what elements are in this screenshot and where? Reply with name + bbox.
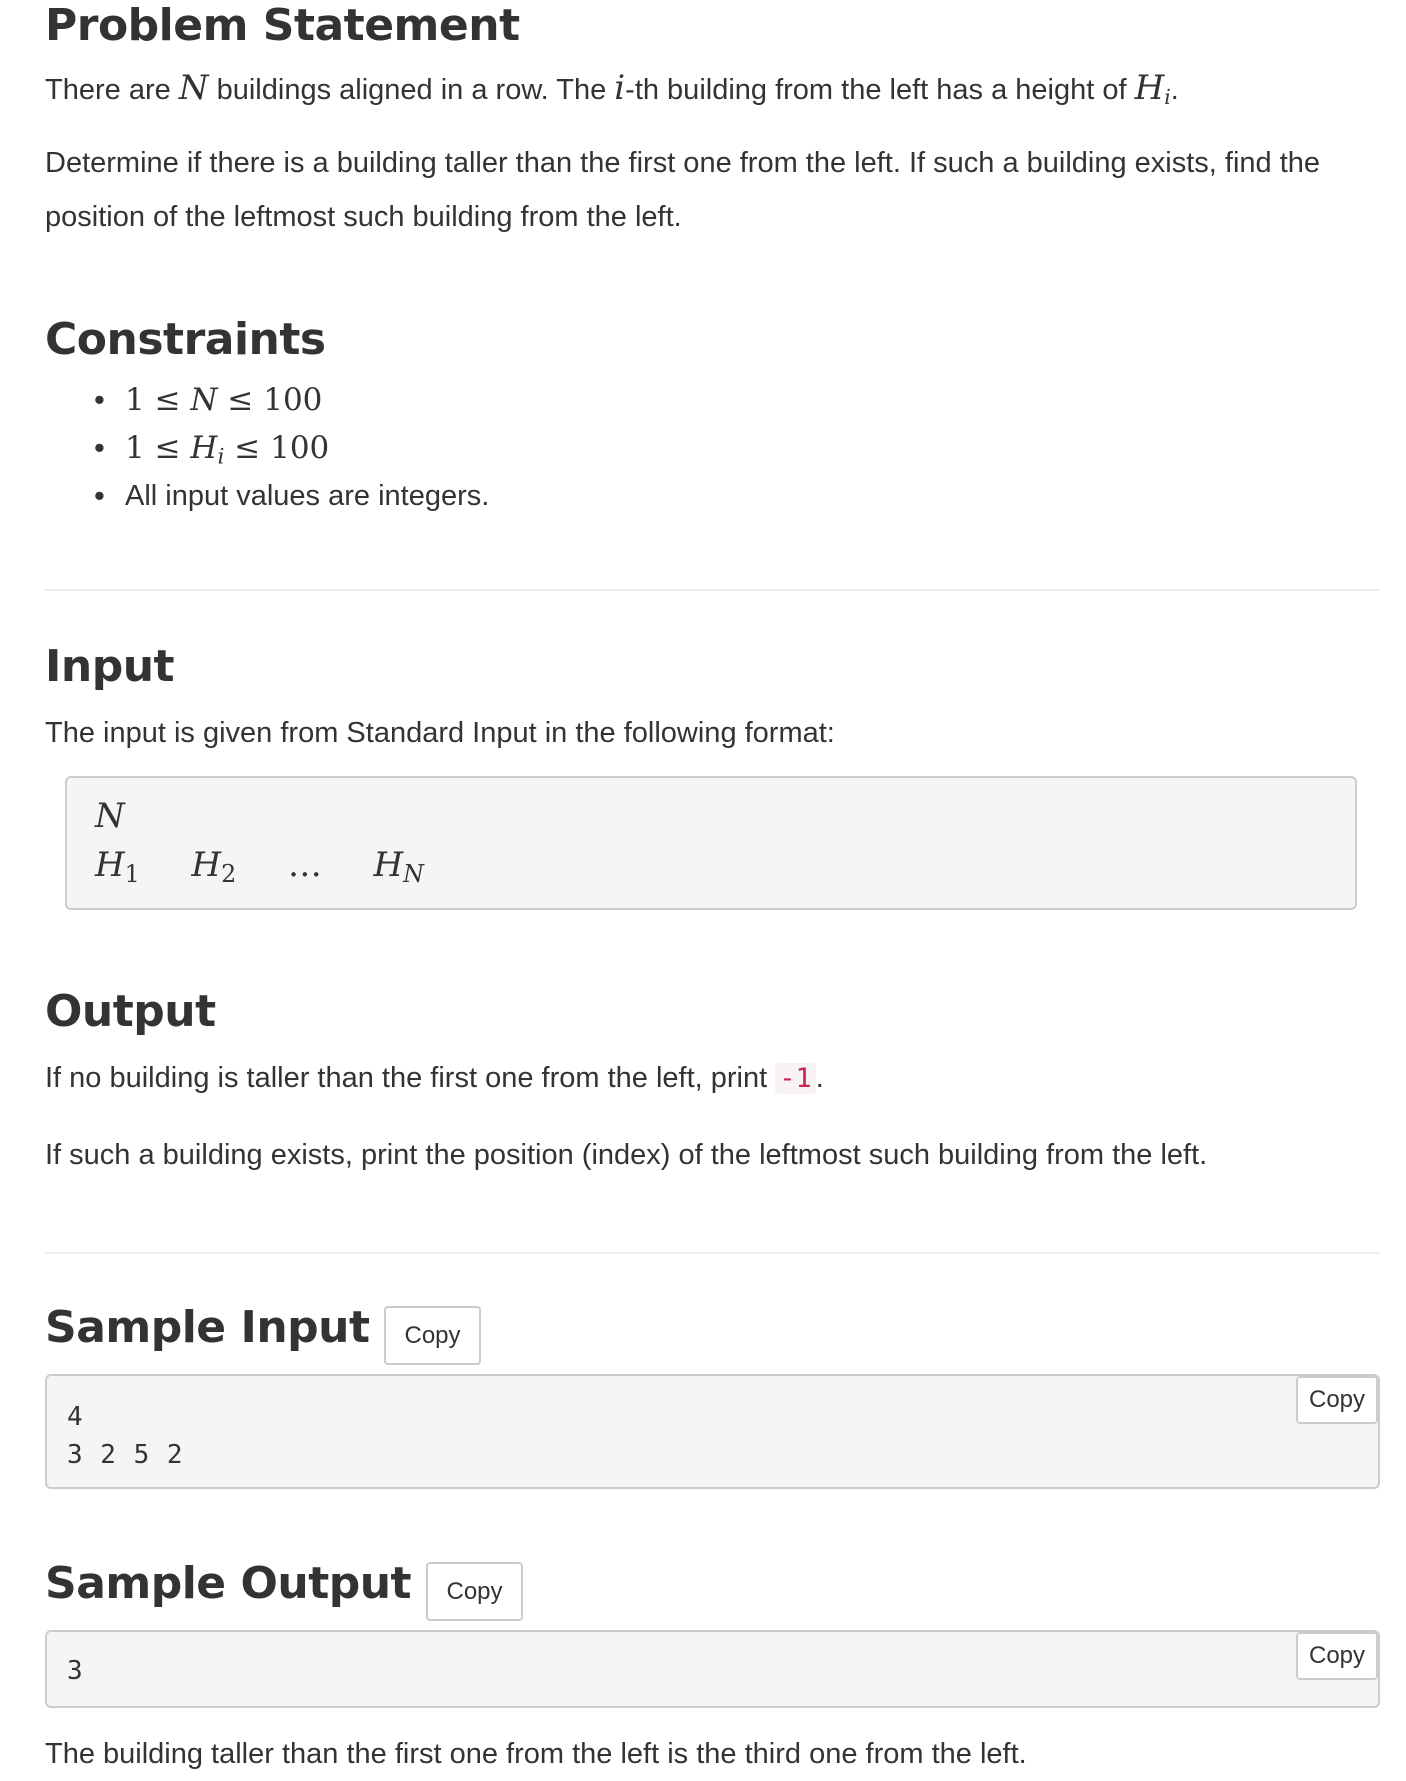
sample-input-1-title: Sample Input 1	[45, 1302, 415, 1353]
box-copy-button[interactable]: Copy	[1296, 1376, 1378, 1424]
text: -th building from the left has a height …	[625, 74, 1135, 106]
problem-paragraph-1: There are N buildings aligned in a row. …	[45, 61, 1380, 117]
math-h: H	[1134, 68, 1165, 108]
constraints-title: Constraints	[45, 314, 326, 365]
problem-paragraph-2: Determine if there is a building taller …	[45, 147, 1321, 233]
constraint-item: 1 ≤ Hi ≤ 100	[45, 424, 1380, 472]
format-line-1: N	[95, 796, 125, 836]
text: .	[1170, 74, 1179, 106]
sample-input-line: 3 2 5 2	[67, 1440, 183, 1470]
sample-input-line: 4	[67, 1402, 83, 1432]
text: buildings aligned in a row. The	[208, 74, 615, 106]
sample-output-line: 3	[67, 1656, 83, 1686]
sample-output-1-title: Sample Output 1	[45, 1558, 457, 1609]
math-i: i	[614, 68, 626, 108]
sample-output-explanation: The building taller than the first one f…	[45, 1738, 1027, 1770]
box-copy-button[interactable]: Copy	[1296, 1632, 1378, 1680]
problem-statement-title: Problem Statement	[45, 0, 520, 51]
math-n: N	[178, 68, 209, 108]
input-format-box: N H1 H2 … HN	[65, 776, 1357, 910]
divider	[45, 589, 1380, 591]
copy-button[interactable]: Copy	[426, 1562, 523, 1621]
output-title: Output	[45, 986, 216, 1037]
sample-input-1-box: 4 3 2 5 2 Copy	[45, 1374, 1380, 1489]
copy-button[interactable]: Copy	[384, 1306, 481, 1365]
constraint-item: All input values are integers.	[45, 472, 1380, 520]
divider	[45, 1252, 1380, 1254]
constraint-item: 1 ≤ N ≤ 100	[45, 376, 1380, 424]
format-line-2: H1 H2 … HN	[95, 845, 424, 888]
text: There are	[45, 74, 179, 106]
input-title: Input	[45, 641, 175, 692]
output-line-1: If no building is taller than the first …	[45, 1062, 824, 1094]
constraints-list: 1 ≤ N ≤ 100 1 ≤ Hi ≤ 100 All input value…	[45, 376, 1380, 520]
sample-output-1-box: 3 Copy	[45, 1630, 1380, 1708]
inline-code: -1	[775, 1063, 816, 1094]
input-description: The input is given from Standard Input i…	[45, 717, 835, 749]
output-line-2: If such a building exists, print the pos…	[45, 1139, 1208, 1171]
